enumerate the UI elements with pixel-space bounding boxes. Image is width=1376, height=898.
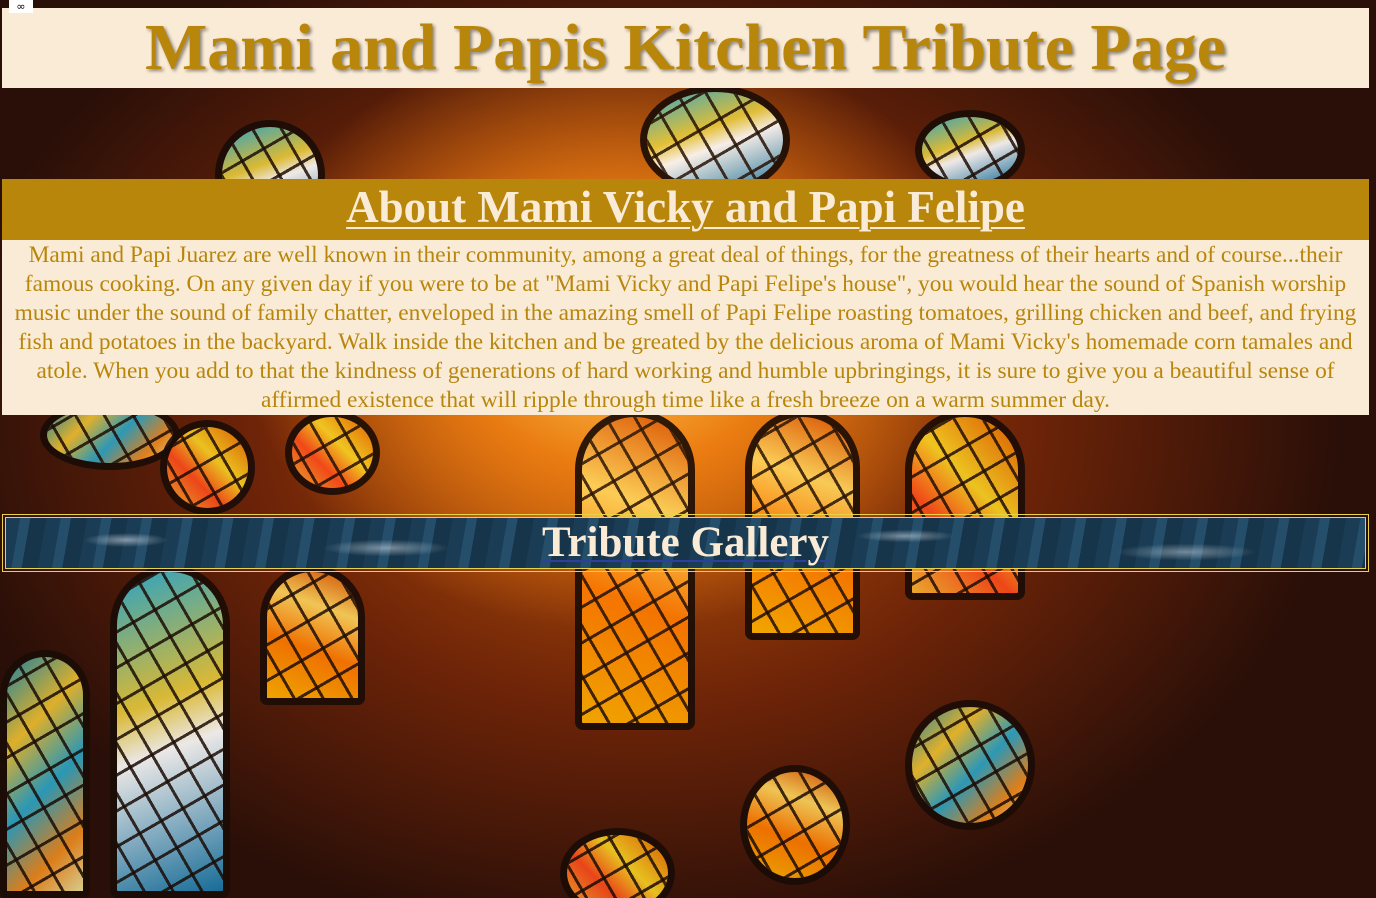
glass-window [260, 565, 365, 705]
glass-window [110, 565, 230, 898]
gallery-bar-inner: Tribute Gallery [5, 517, 1366, 569]
glass-window [740, 765, 850, 885]
gallery-bar: Tribute Gallery [2, 514, 1369, 572]
about-heading: About Mami Vicky and Papi Felipe [346, 182, 1025, 232]
glass-window [560, 828, 675, 898]
glass-window [915, 110, 1025, 190]
glass-window [160, 420, 255, 515]
page-title: Mami and Papis Kitchen Tribute Page [144, 11, 1227, 84]
tribute-gallery-link[interactable]: Tribute Gallery [6, 518, 1365, 568]
about-text-box: Mami and Papi Juarez are well known in t… [2, 240, 1369, 415]
about-heading-bar: About Mami Vicky and Papi Felipe [2, 179, 1369, 240]
glass-window [285, 410, 380, 495]
page-header: Mami and Papis Kitchen Tribute Page [2, 8, 1369, 88]
about-paragraph: Mami and Papi Juarez are well known in t… [14, 242, 1357, 413]
glass-window [905, 700, 1035, 830]
glass-window [0, 650, 90, 898]
infinity-icon: ∞ [9, 0, 33, 13]
